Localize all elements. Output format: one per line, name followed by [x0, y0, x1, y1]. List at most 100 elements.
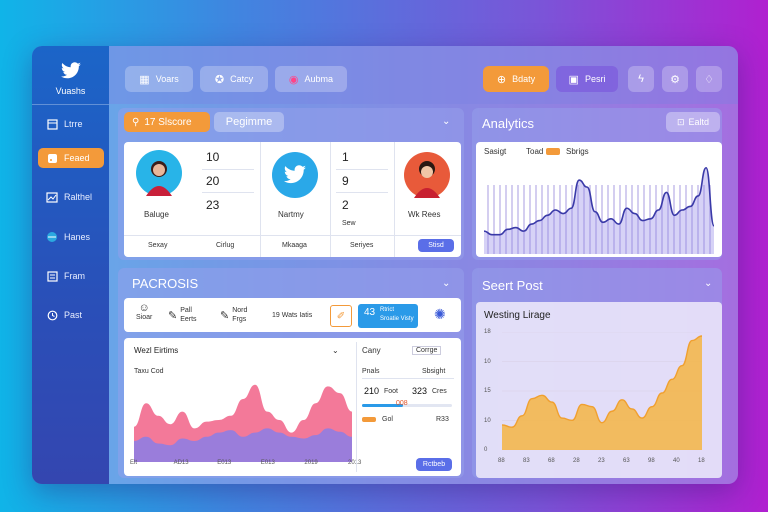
y-tick-label: 10: [484, 358, 491, 365]
legend-swatch: [362, 417, 376, 422]
x-tick-label: AD13: [173, 460, 189, 466]
column-footer: Cirlug: [216, 242, 235, 249]
analytics-button[interactable]: ⊡ Ealtd: [666, 112, 720, 132]
highlight-label: Rtrict: [380, 307, 394, 313]
tool-label: 19 Wats Iatis: [272, 311, 313, 319]
avatar: [272, 152, 318, 198]
top-button-aubma[interactable]: ◉ Aubma: [275, 66, 347, 92]
stat-value: 9: [342, 174, 349, 188]
column-footer: Mkaaga: [282, 242, 307, 249]
gear-icon[interactable]: ⚙: [662, 66, 688, 92]
legend-item: Sbrigs: [566, 147, 589, 156]
stat-value: 23: [206, 198, 220, 212]
side-dropdown[interactable]: Corrge: [412, 346, 442, 355]
chevron-down-icon[interactable]: ⌄: [442, 116, 450, 127]
highlight-value: 43: [364, 307, 376, 318]
stisd-button[interactable]: Stisd: [418, 239, 454, 252]
highlight-sub: Sroatie Visty: [380, 316, 414, 322]
sidebar-item-home[interactable]: Ltrre: [38, 114, 104, 134]
top-button-pesri[interactable]: ▣ Pesri: [556, 66, 618, 92]
progress-label: 008: [396, 400, 408, 407]
x-tick-label: 2013: [348, 460, 362, 466]
analytics-title: Analytics: [482, 116, 535, 131]
divider: [202, 169, 254, 170]
logo: Vuashs: [32, 62, 109, 96]
avatar: [404, 152, 450, 198]
pen-icon: ✎: [168, 309, 178, 322]
divider: [394, 142, 395, 257]
x-tick-label: 68: [548, 458, 555, 464]
bolt-icon[interactable]: ϟ: [628, 66, 654, 92]
y-tick-label: 0: [484, 447, 488, 453]
stat-sub: Cres: [432, 388, 447, 395]
highlight-tile[interactable]: 43 Rtrict Sroatie Visty: [358, 304, 418, 328]
chevron-down-icon[interactable]: ⌄: [704, 278, 712, 289]
logo-text: Vuashs: [55, 86, 86, 96]
grid-icon: [46, 118, 58, 130]
user-icon: ▣: [568, 73, 579, 86]
tool-sioar[interactable]: ☺ Sioar: [136, 302, 152, 328]
chart-title: Westing Lirage: [484, 310, 551, 321]
x-tick-label: 28: [573, 458, 580, 464]
stat-value: 210: [364, 386, 380, 396]
y-tick-label: 18: [484, 329, 491, 335]
stat-value: 1: [342, 150, 349, 164]
sidebar-item-label: Past: [64, 310, 83, 320]
search-pill[interactable]: ⚲ 17 Slscore: [124, 112, 210, 132]
pen-icon: ✎: [220, 309, 230, 322]
calendar-icon: ▦: [139, 73, 150, 86]
side-row-right: Sbsight: [422, 368, 446, 375]
sidebar-item-channel[interactable]: Ralthel: [38, 187, 104, 207]
edit-icon[interactable]: ✐: [330, 305, 352, 327]
top-button-catcy[interactable]: ✪ Catcy: [200, 66, 268, 92]
avatar: [136, 150, 182, 196]
analytics-chart: [484, 166, 714, 254]
plus-icon: ⊕: [496, 73, 507, 86]
settings-icon[interactable]: ✺: [434, 306, 446, 323]
side-row-label: Pnals: [362, 368, 380, 375]
divider: [356, 342, 357, 472]
document-icon: [46, 270, 58, 282]
top-button-label: Bdaty: [512, 74, 536, 84]
search-pill-label: 17 Slscore: [144, 116, 192, 128]
rctbeb-button[interactable]: Rctbeb: [416, 458, 452, 471]
user-icon: ☺: [138, 302, 150, 314]
legend-swatch: [546, 148, 560, 155]
tab-pegimme[interactable]: Pegimme: [214, 112, 284, 132]
clock-icon: [46, 310, 58, 321]
chart-icon: [46, 191, 58, 203]
analytics-button-label: Ealtd: [688, 117, 710, 127]
chevron-down-icon[interactable]: ⌄: [442, 278, 450, 289]
profile-name: Baluge: [144, 210, 169, 219]
sidebar-item-hanes[interactable]: Hanes: [38, 227, 104, 247]
search-icon: ⚲: [132, 116, 140, 128]
globe-icon: [46, 232, 58, 243]
tab-label: Pegimme: [225, 116, 273, 128]
divider: [336, 169, 388, 170]
side-title: Cany: [362, 346, 381, 355]
tool-nord[interactable]: ✎ Nord Frgs: [220, 302, 260, 328]
chevron-down-icon[interactable]: ⌄: [332, 346, 339, 355]
top-button-bdaty[interactable]: ⊕ Bdaty: [483, 66, 549, 92]
sidebar-item-feed[interactable]: Feaed: [38, 148, 104, 168]
process-chart-card: Wezl Eirtims ⌄ Taxu Cod Elt AD13 E013 E013 2…: [124, 338, 461, 476]
x-tick-label: 88: [498, 458, 505, 464]
bell-icon[interactable]: ♢: [696, 66, 722, 92]
sidebar-item-fram[interactable]: Fram: [38, 266, 104, 286]
tool-wats[interactable]: 19 Wats Iatis: [272, 302, 320, 328]
sidebar: Vuashs Ltrre Feaed Ralthel Hanes Fram Pa…: [32, 46, 109, 484]
lock-icon: ⊡: [676, 116, 685, 127]
y-tick-label: 15: [484, 388, 491, 394]
chart-title: Wezl Eirtims: [134, 346, 179, 355]
post-x-axis: 88 83 68 28 23 63 98 40 18: [498, 458, 705, 468]
column-footer: Sexay: [148, 242, 168, 249]
stat-sub: Sew: [342, 220, 356, 227]
top-button-voars[interactable]: ▦ Voars: [125, 66, 193, 92]
x-tick-label: E013: [217, 460, 232, 466]
tool-pall[interactable]: ✎ Pall Eerts: [168, 302, 208, 328]
x-tick-label: 40: [673, 458, 680, 464]
x-tick-label: 83: [523, 458, 530, 464]
x-tick-label: E013: [260, 460, 275, 466]
sidebar-item-label: Ltrre: [64, 119, 83, 129]
sidebar-item-past[interactable]: Past: [38, 305, 104, 325]
